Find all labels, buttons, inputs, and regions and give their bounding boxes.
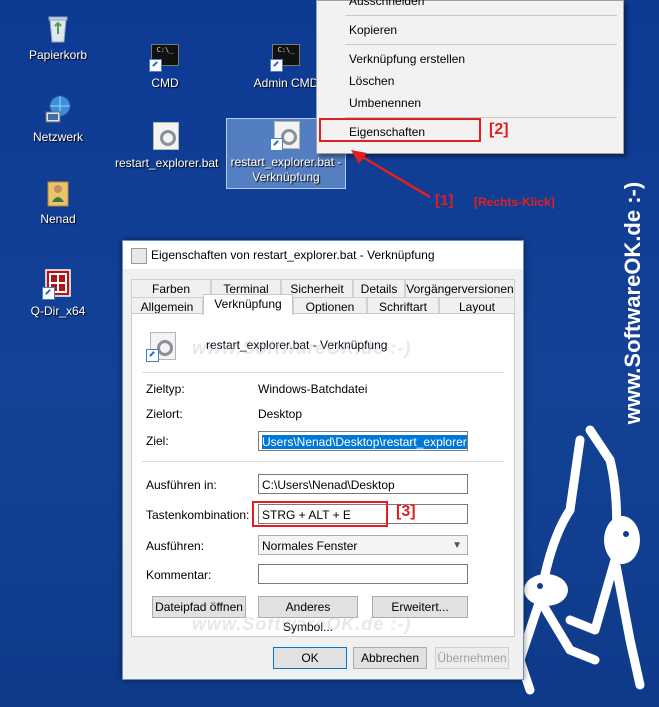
desktop-icon-label: Nenad [40, 212, 76, 226]
watermark-inline: www.SoftwareOK.de :-) [192, 614, 412, 634]
recycle-bin-icon [42, 12, 74, 44]
dialog-title-bar[interactable]: Eigenschaften von restart_explorer.bat -… [123, 241, 523, 269]
uebernehmen-button[interactable]: Übernehmen [435, 647, 509, 669]
tab-details[interactable]: Details [353, 279, 405, 297]
watermark-inline: www.SoftwareOK.de :-) [192, 338, 412, 358]
menu-separator [345, 15, 617, 16]
menu-item-verknuepfung-erstellen[interactable]: Verknüpfung erstellen [349, 52, 465, 66]
desktop-icon-label: CMD [151, 76, 179, 90]
ziel-input[interactable]: Users\Nenad\Desktop\restart_explorer.bat [258, 431, 468, 451]
watermark-vertical-text: www.SoftwareOK.de :-) [620, 181, 645, 425]
desktop-icon-recycle-bin[interactable]: Papierkorb [8, 12, 108, 63]
desktop-icon-label: restart_explorer.bat [115, 156, 219, 170]
highlight-tastenkombination [252, 501, 388, 527]
desktop: Papierkorb Netzwerk Nenad Q-Dir_x64 C:\_… [0, 0, 659, 707]
batch-file-icon [149, 120, 181, 152]
shortcut-arrow-icon [42, 287, 55, 300]
user-folder-icon [42, 176, 74, 208]
abbrechen-button[interactable]: Abbrechen [353, 647, 427, 669]
zielort-label: Zielort: [146, 407, 183, 421]
highlight-eigenschaften [319, 118, 481, 142]
ausfuehren-in-label: Ausführen in: [146, 478, 217, 492]
separator [142, 372, 504, 373]
tastenkombination-label: Tastenkombination: [146, 508, 250, 522]
desktop-icon-label: Q-Dir_x64 [30, 304, 86, 318]
zieltyp-value: Windows-Batchdatei [258, 382, 368, 396]
zielort-value: Desktop [258, 407, 303, 421]
tab-row-top: Farben Terminal Sicherheit Details Vorgä… [131, 279, 515, 297]
shortcut-file-icon [131, 248, 147, 264]
desktop-icon-network[interactable]: Netzwerk [8, 94, 108, 145]
shortcut-arrow-icon [270, 138, 283, 151]
shortcut-tab-panel: restart_explorer.bat - Verknüpfung Zielt… [131, 313, 515, 637]
tab-verknuepfung[interactable]: Verknüpfung [203, 294, 293, 315]
annotation-arrow [351, 150, 431, 199]
ausfuehren-label: Ausführen: [146, 539, 205, 553]
desktop-icon-label: Papierkorb [28, 48, 88, 62]
desktop-icon-cmd[interactable]: C:\_ CMD [115, 40, 215, 91]
ausfuehren-select-value: Normales Fenster [262, 539, 358, 553]
separator [142, 461, 504, 462]
shortcut-arrow-icon [146, 349, 159, 362]
shortcut-arrow-icon [149, 59, 162, 72]
watermark-vertical: www.SoftwareOK.de :-) [613, 150, 653, 450]
batch-shortcut-icon [270, 119, 302, 151]
annotation-step2: [2] [489, 121, 509, 138]
ziel-label: Ziel: [146, 434, 169, 448]
annotation-step1: [1] [435, 192, 454, 209]
menu-separator [345, 44, 617, 45]
properties-dialog: Eigenschaften von restart_explorer.bat -… [122, 240, 524, 680]
menu-item-kopieren[interactable]: Kopieren [349, 23, 397, 37]
annotation-step3: [3] [396, 503, 416, 520]
desktop-icon-label: restart_explorer.bat - Verknüpfung [230, 155, 342, 184]
tab-farben[interactable]: Farben [131, 279, 211, 297]
gear-icon [153, 122, 179, 150]
ok-button[interactable]: OK [273, 647, 347, 669]
shortcut-arrow-icon [270, 59, 283, 72]
desktop-icon-batch-file[interactable]: restart_explorer.bat [115, 120, 219, 171]
cmd-icon: C:\_ [270, 40, 302, 72]
kommentar-input[interactable] [258, 564, 468, 584]
qdir-icon [42, 268, 74, 300]
batch-shortcut-icon [146, 330, 176, 362]
menu-item-umbenennen[interactable]: Umbenennen [349, 96, 421, 110]
network-icon [42, 94, 74, 126]
stick-figures-illustration [515, 425, 645, 695]
ausfuehren-in-input[interactable]: C:\Users\Nenad\Desktop [258, 474, 468, 494]
tab-vorgaengerversionen[interactable]: Vorgängerversionen [405, 279, 515, 297]
annotation-step1-text: [Rechts-Klick] [474, 195, 555, 209]
zieltyp-label: Zieltyp: [146, 382, 185, 396]
cmd-icon: C:\_ [149, 40, 181, 72]
dialog-title: Eigenschaften von restart_explorer.bat -… [151, 248, 435, 262]
menu-item-loeschen[interactable]: Löschen [349, 74, 394, 88]
kommentar-label: Kommentar: [146, 568, 212, 582]
desktop-icon-user-folder[interactable]: Nenad [8, 176, 108, 227]
ziel-input-value: Users\Nenad\Desktop\restart_explorer.bat [262, 435, 467, 449]
menu-item-ausschneiden[interactable]: Ausschneiden [349, 0, 424, 8]
desktop-icon-label: Netzwerk [32, 130, 83, 144]
chevron-down-icon: ▼ [452, 540, 462, 551]
desktop-icon-qdir[interactable]: Q-Dir_x64 [8, 268, 108, 319]
ausfuehren-select[interactable]: Normales Fenster ▼ [258, 535, 468, 555]
